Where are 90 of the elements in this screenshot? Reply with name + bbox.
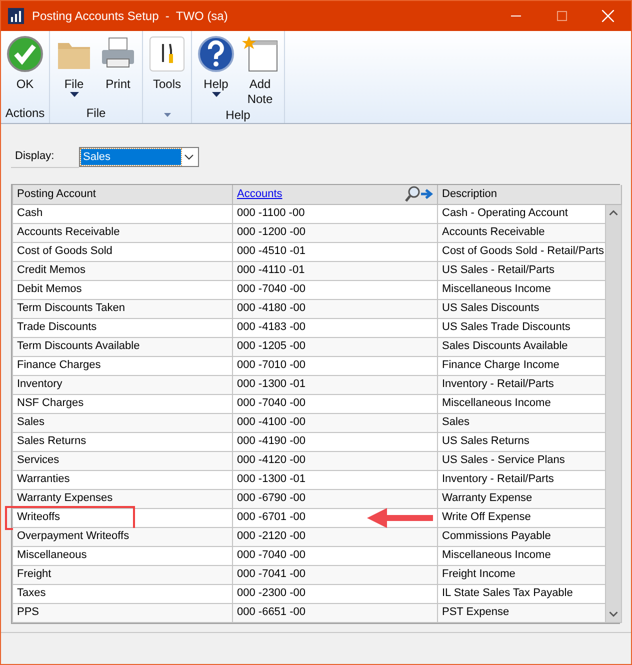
table-cell: Finance Charge Income xyxy=(442,359,560,372)
table-cell: 000 -7040 -00 xyxy=(237,397,306,410)
help-icon xyxy=(197,35,235,73)
table-cell: Sales xyxy=(17,416,45,428)
table-cell: 000 -7010 -00 xyxy=(237,359,306,372)
table-cell: 000 -6790 -00 xyxy=(237,492,306,504)
table-cell: US Sales Discounts xyxy=(442,302,540,314)
table-cell: 000 -1300 -01 xyxy=(237,473,306,486)
table-cell: Services xyxy=(17,454,60,466)
table-cell: 000 -4100 -00 xyxy=(237,416,306,428)
table-cell: 000 -1200 -00 xyxy=(237,226,306,238)
table-cell: Debit Memos xyxy=(17,283,82,296)
help-button[interactable]: Help xyxy=(195,31,237,107)
table-cell: IL State Sales Tax Payable xyxy=(442,587,573,600)
table-cell: Cost of Goods Sold - Retail/Parts xyxy=(442,245,604,258)
table-cell: Inventory - Retail/Parts xyxy=(442,473,554,486)
column-header[interactable]: Accounts xyxy=(237,186,282,202)
table-cell: 000 -6651 -00 xyxy=(237,606,306,618)
table-cell: US Sales Returns xyxy=(442,435,530,448)
column-header: Description xyxy=(438,185,622,204)
table-cell: Accounts Receivable xyxy=(17,226,120,238)
arrow-icon[interactable] xyxy=(420,188,433,200)
table-cell: Sales Returns xyxy=(17,435,86,448)
tools-button[interactable]: Tools xyxy=(146,31,188,105)
table-cell: Freight Income xyxy=(442,568,516,580)
check-icon xyxy=(6,35,44,73)
table-cell: Overpayment Writeoffs xyxy=(17,530,130,542)
table-cell: 000 -2120 -00 xyxy=(237,530,306,542)
column-header: Posting Account xyxy=(12,185,232,204)
table-cell: 000 -1300 -01 xyxy=(237,378,306,390)
table-cell: Credit Memos xyxy=(17,264,86,276)
table-cell: US Sales Trade Discounts xyxy=(442,321,570,334)
table-cell: Miscellaneous Income xyxy=(442,397,551,410)
table-cell: Miscellaneous xyxy=(17,549,87,562)
table-cell: Cash xyxy=(17,207,43,220)
table-cell: Warranties xyxy=(17,473,70,486)
table-cell: Inventory - Retail/Parts xyxy=(442,378,554,390)
add-note-button[interactable]: Add Note xyxy=(239,31,281,107)
ok-button[interactable]: OK xyxy=(4,31,46,105)
group-label: Help xyxy=(224,107,252,123)
lookup-icon[interactable] xyxy=(405,186,420,202)
table-cell: Term Discounts Available xyxy=(17,340,140,352)
table-cell: US Sales - Retail/Parts xyxy=(442,264,554,276)
table-cell: NSF Charges xyxy=(17,397,84,410)
display-dropdown[interactable]: Sales xyxy=(79,147,199,167)
table-cell: 000 -4180 -00 xyxy=(237,302,306,314)
table-cell: Term Discounts Taken xyxy=(17,302,126,314)
table-cell: 000 -2300 -00 xyxy=(237,587,306,600)
group-label: Actions xyxy=(4,105,46,122)
print-button[interactable]: Print xyxy=(97,31,139,105)
pointer-arrow xyxy=(365,506,435,530)
table-cell: 000 -1205 -00 xyxy=(237,340,306,352)
table-cell: PPS xyxy=(17,606,40,618)
table-cell: 000 -7040 -00 xyxy=(237,549,306,562)
table-cell: Cost of Goods Sold xyxy=(17,245,112,258)
table-cell: 000 -7040 -00 xyxy=(237,283,306,296)
table-cell: Write Off Expense xyxy=(442,511,531,524)
table-cell: Writeoffs xyxy=(17,511,60,524)
table-cell: Sales xyxy=(442,416,470,428)
table-cell: PST Expense xyxy=(442,606,510,618)
app-icon xyxy=(8,8,24,24)
table-cell: Miscellaneous Income xyxy=(442,549,551,562)
tools-icon xyxy=(148,35,186,73)
table-cell: Accounts Receivable xyxy=(442,226,545,238)
table-cell: Warranty Expense xyxy=(442,492,532,504)
table-cell: Taxes xyxy=(17,587,46,600)
table-cell: Inventory xyxy=(17,378,62,390)
note-icon xyxy=(241,35,279,73)
table-cell: Commissions Payable xyxy=(442,530,551,542)
table-cell: Finance Charges xyxy=(17,359,101,372)
table-cell: Warranty Expenses xyxy=(17,492,113,504)
table-cell: 000 -1100 -00 xyxy=(237,207,305,220)
group-label: File xyxy=(85,105,107,122)
table-cell: 000 -4183 -00 xyxy=(237,321,306,334)
table-cell: 000 -7041 -00 xyxy=(237,568,306,580)
table-cell: US Sales - Service Plans xyxy=(442,454,565,466)
table-cell: Cash - Operating Account xyxy=(442,207,568,220)
file-button[interactable]: File xyxy=(53,31,95,105)
caret-icon[interactable] xyxy=(164,113,170,117)
table-cell: 000 -4190 -00 xyxy=(237,435,306,448)
table-cell: 000 -4110 -01 xyxy=(237,264,305,276)
table-cell: Miscellaneous Income xyxy=(442,283,551,296)
table-cell: 000 -4510 -01 xyxy=(237,245,306,258)
close-icon[interactable] xyxy=(602,10,614,22)
table-cell: Sales Discounts Available xyxy=(442,340,568,352)
table-cell: 000 -4120 -00 xyxy=(237,454,306,466)
window-title: Posting Accounts Setup - TWO (sa) xyxy=(32,8,228,25)
table-cell: Trade Discounts xyxy=(17,321,97,334)
table-cell: 000 -6701 -00 xyxy=(237,511,306,524)
table-cell: Freight xyxy=(17,568,52,580)
